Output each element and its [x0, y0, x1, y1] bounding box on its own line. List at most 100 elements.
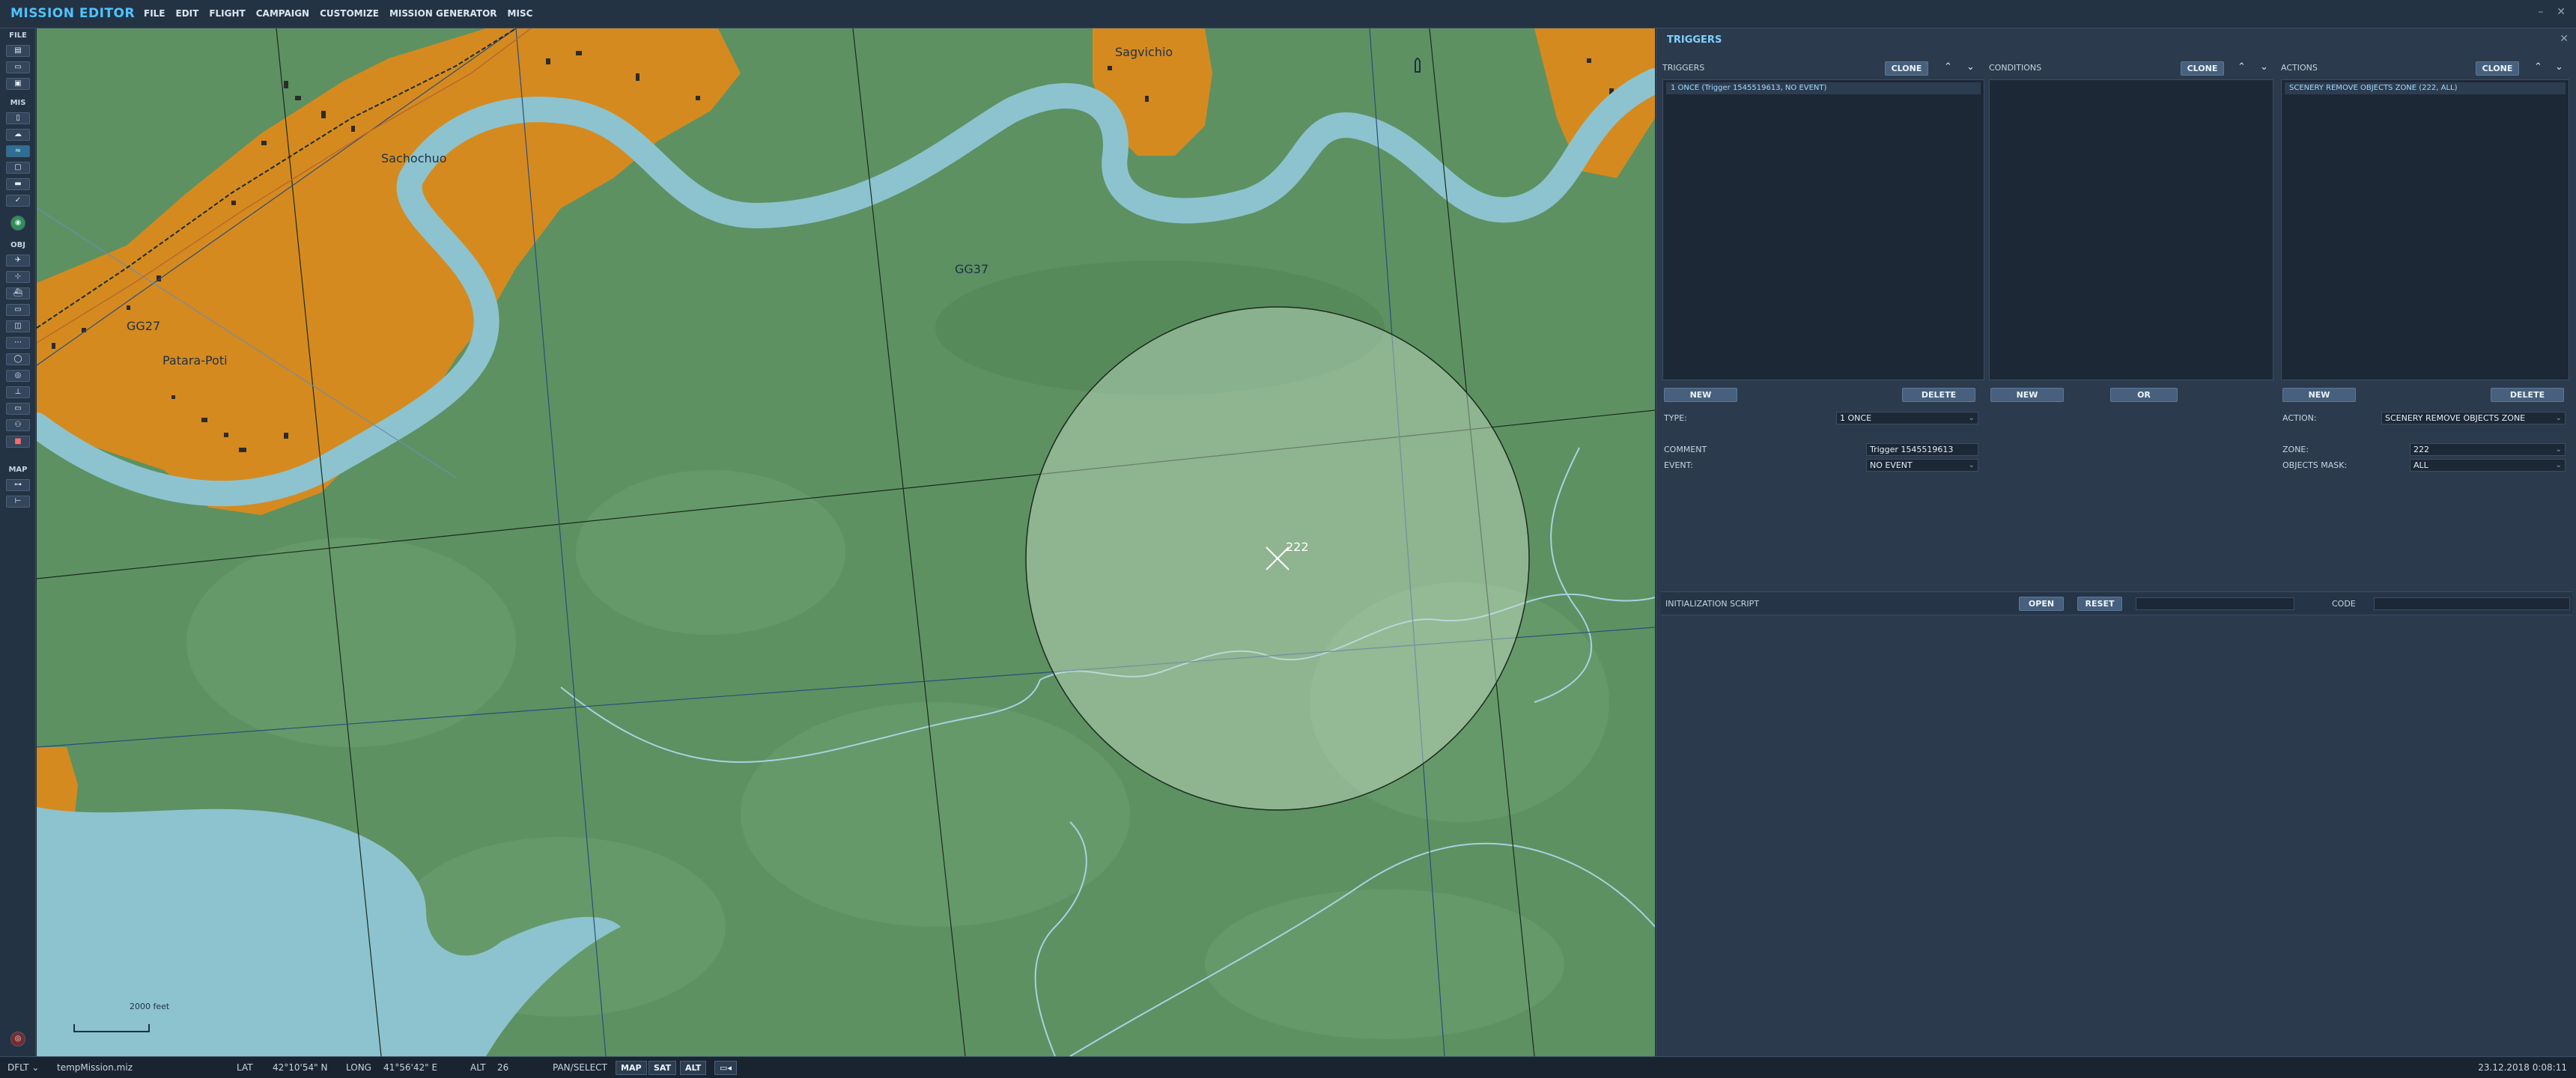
menu-campaign[interactable]: CAMPAIGN	[256, 8, 309, 19]
code-field[interactable]	[2374, 597, 2570, 610]
add-static-button[interactable]: ◫	[6, 320, 30, 332]
zone-icon: ◯	[13, 355, 22, 363]
triggers-icon: ≈	[14, 147, 22, 155]
triggers-move-down-icon[interactable]: ⌄	[1966, 61, 1975, 73]
init-open-button[interactable]: OPEN	[2019, 597, 2064, 611]
lat-value: 42°10'54" N	[273, 1062, 328, 1073]
actions-move-up-icon[interactable]: ⌃	[2534, 61, 2542, 73]
weather-button[interactable]: ☁	[6, 129, 30, 141]
objects-mask-select-value: ALL	[2414, 460, 2428, 470]
add-group-button[interactable]: ⚇	[6, 419, 30, 431]
actions-new-button[interactable]: NEW	[2282, 388, 2356, 402]
main-menu: FILE EDIT FLIGHT CAMPAIGN CUSTOMIZE MISS…	[144, 8, 532, 19]
ship-icon: ⛴	[13, 289, 23, 297]
triggers-panel: TRIGGERS ✕ TRIGGERS CLONE ⌃ ⌄ 1 ONCE (Tr…	[1656, 28, 2576, 1056]
menu-customize[interactable]: CUSTOMIZE	[320, 8, 379, 19]
mode-value: DFLT	[7, 1062, 29, 1073]
map-label-town: Sagvichio	[1115, 45, 1173, 59]
date-time: 23.12.2018 0:08:11	[2478, 1062, 2567, 1073]
conditions-move-down-icon[interactable]: ⌄	[2260, 61, 2268, 73]
add-plane-button[interactable]: ✈	[6, 255, 30, 267]
map-view-button[interactable]: MAP	[616, 1061, 647, 1075]
camera-button[interactable]: ▭◂	[714, 1061, 737, 1075]
actions-delete-button[interactable]: DELETE	[2491, 388, 2564, 402]
init-script-path-field[interactable]	[2136, 597, 2294, 610]
menu-flight[interactable]: FLIGHT	[209, 8, 245, 19]
coalition-button[interactable]: ◉	[10, 216, 25, 231]
chevron-down-icon: ⌄	[31, 1062, 40, 1073]
helicopter-icon: ⊹	[14, 272, 22, 281]
actions-clone-button[interactable]: CLONE	[2476, 61, 2519, 76]
zone-label: ZONE:	[2282, 445, 2309, 454]
close-icon[interactable]: ✕	[2557, 6, 2566, 18]
alt-label: ALT	[470, 1062, 486, 1073]
waypoint-marker-icon[interactable]	[1415, 58, 1421, 73]
clipboard-icon: ▯	[16, 114, 20, 122]
map-label-town: Patara-Poti	[162, 353, 228, 368]
lat-label: LAT	[237, 1062, 253, 1073]
check-button[interactable]: ✓	[6, 195, 30, 207]
add-vehicle-button[interactable]: ▭	[6, 304, 30, 316]
conditions-clone-button[interactable]: CLONE	[2181, 61, 2224, 76]
actions-list[interactable]: SCENERY REMOVE OBJECTS ZONE (222, ALL)	[2281, 79, 2569, 380]
add-nav-point-button[interactable]: ◎	[6, 370, 30, 382]
save-file-button[interactable]: ▣	[6, 78, 30, 90]
map-label-grid: GG27	[127, 319, 161, 333]
menu-mission-generator[interactable]: MISSION GENERATOR	[389, 8, 497, 19]
comment-field[interactable]: Trigger 1545519613	[1866, 443, 1978, 456]
delete-icon: ■	[14, 437, 22, 445]
add-template-button[interactable]: ⋯	[6, 337, 30, 349]
briefing-icon: ▢	[14, 163, 22, 171]
conditions-list[interactable]	[1989, 79, 2273, 380]
mode-selector[interactable]: DFLT ⌄	[7, 1062, 39, 1073]
delete-object-button[interactable]: ■	[6, 436, 30, 448]
sat-view-button[interactable]: SAT	[648, 1061, 677, 1075]
conditions-or-button[interactable]: OR	[2110, 388, 2178, 402]
type-select[interactable]: 1 ONCE ⌄	[1836, 412, 1978, 424]
triggers-clone-button[interactable]: CLONE	[1885, 61, 1928, 76]
conditions-new-button[interactable]: NEW	[1990, 388, 2064, 402]
triggers-move-up-icon[interactable]: ⌃	[1944, 61, 1952, 73]
triggers-delete-button[interactable]: DELETE	[1902, 388, 1975, 402]
add-airfield-button[interactable]: ⊥	[6, 386, 30, 398]
briefing-button[interactable]: ▢	[6, 162, 30, 174]
mission-goals-button[interactable]: ▯	[6, 112, 30, 124]
zone-select[interactable]: 222 ⌄	[2410, 443, 2566, 456]
init-reset-button[interactable]: RESET	[2077, 597, 2122, 611]
conditions-move-up-icon[interactable]: ⌃	[2238, 61, 2246, 73]
list-item[interactable]: 1 ONCE (Trigger 1545519613, NO EVENT)	[1666, 82, 1981, 94]
map-options-button[interactable]: ⊶	[6, 479, 30, 491]
triggers-new-button[interactable]: NEW	[1664, 388, 1737, 402]
resources-icon: ▬	[14, 180, 22, 188]
triggers-button[interactable]: ≈	[6, 145, 30, 157]
actions-move-down-icon[interactable]: ⌄	[2555, 61, 2563, 73]
action-select[interactable]: SCENERY REMOVE OBJECTS ZONE ⌄	[2381, 412, 2566, 424]
long-value: 41°56'42" E	[383, 1062, 438, 1073]
triggers-list[interactable]: 1 ONCE (Trigger 1545519613, NO EVENT)	[1662, 79, 1984, 380]
globe-icon: ◉	[14, 219, 22, 227]
map-canvas[interactable]	[37, 28, 1655, 1056]
add-zone-button[interactable]: ◯	[6, 353, 30, 365]
add-warehouse-button[interactable]: ▭	[6, 403, 30, 415]
type-select-value: 1 ONCE	[1840, 413, 1872, 423]
menu-file[interactable]: FILE	[144, 8, 165, 19]
event-select[interactable]: NO EVENT ⌄	[1866, 459, 1978, 472]
menu-misc[interactable]: MISC	[508, 8, 533, 19]
folder-icon: ▭	[14, 63, 22, 71]
ruler-button[interactable]: ⊢	[6, 496, 30, 508]
objects-mask-select[interactable]: ALL ⌄	[2410, 459, 2566, 472]
add-ship-button[interactable]: ⛴	[6, 287, 30, 299]
map-view[interactable]: Sachochuo Sagvichio Patara-Poti GG27 GG3…	[37, 28, 1655, 1056]
new-file-button[interactable]: ▤	[6, 45, 30, 57]
minimize-icon[interactable]: –	[2538, 6, 2543, 18]
resources-button[interactable]: ▬	[6, 178, 30, 190]
chevron-down-icon: ⌄	[1968, 461, 1975, 469]
record-button[interactable]: ◎	[10, 1032, 25, 1047]
add-helicopter-button[interactable]: ⊹	[6, 271, 30, 283]
menu-edit[interactable]: EDIT	[176, 8, 199, 19]
tool-mode: PAN/SELECT	[553, 1062, 607, 1073]
list-item[interactable]: SCENERY REMOVE OBJECTS ZONE (222, ALL)	[2285, 82, 2566, 94]
panel-close-icon[interactable]: ✕	[2560, 33, 2569, 45]
alt-view-button[interactable]: ALT	[680, 1061, 707, 1075]
open-file-button[interactable]: ▭	[6, 61, 30, 73]
